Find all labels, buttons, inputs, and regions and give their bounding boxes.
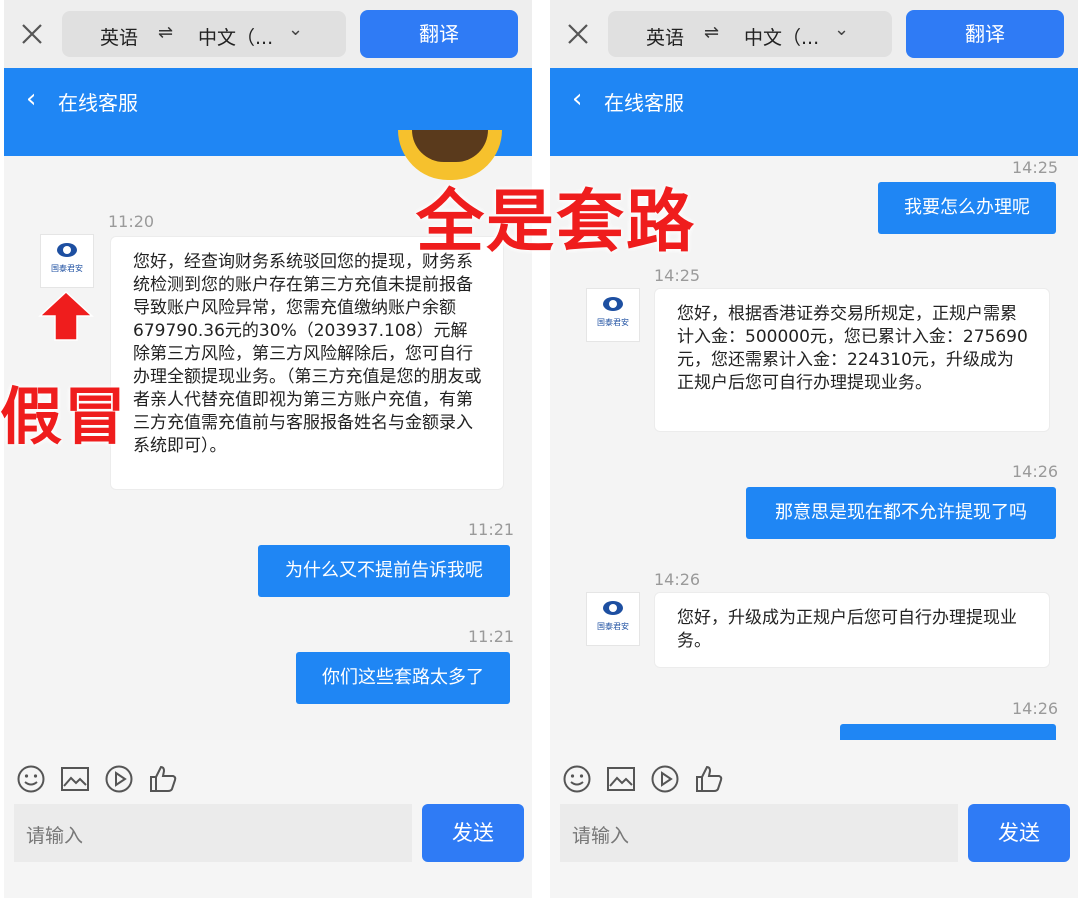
target-language: 中文（...: [198, 27, 274, 49]
message-time: 11:21: [468, 627, 515, 646]
avatar-label: 国泰君安: [597, 318, 629, 327]
incoming-message: 您好，升级成为正规户后您可自行办理提现业务。: [654, 592, 1050, 668]
avatar-label: 国泰君安: [597, 622, 629, 631]
message-input[interactable]: 请输入: [560, 804, 958, 862]
avatar[interactable]: 国泰君安: [586, 592, 640, 646]
page-title: 在线客服: [58, 91, 138, 115]
translate-button[interactable]: 翻译: [360, 10, 518, 58]
thumbs-up-icon[interactable]: [694, 764, 724, 794]
chat-footer: 请输入 发送: [550, 740, 1078, 898]
chevron-down-icon[interactable]: ⌄: [288, 19, 303, 40]
language-selector[interactable]: 英语 ⇌ 中文（... ⌄: [62, 11, 346, 57]
source-language: 英语: [646, 27, 685, 49]
chat-header: ‹ 在线客服: [550, 68, 1078, 156]
avatar[interactable]: 国泰君安: [40, 234, 94, 288]
send-button[interactable]: 发送: [968, 804, 1070, 862]
close-icon[interactable]: [18, 20, 46, 48]
annotation-scam: 全是套路: [416, 183, 697, 262]
translate-button[interactable]: 翻译: [906, 10, 1064, 58]
chat-footer: 请输入 发送: [4, 740, 532, 898]
send-button[interactable]: 发送: [422, 804, 524, 862]
logo-icon: [603, 297, 623, 311]
input-placeholder: 请输入: [26, 825, 84, 847]
incoming-message: 您好，根据香港证券交易所规定，正规户需累计入金：500000元，您已累计入金：2…: [654, 288, 1050, 432]
outgoing-message-partial: [840, 724, 1056, 740]
back-icon[interactable]: ‹: [572, 84, 582, 114]
message-input[interactable]: 请输入: [14, 804, 412, 862]
message-time: 14:25: [1012, 158, 1059, 177]
incoming-message: 您好，经查询财务系统驳回您的提现，财务系统检测到您的账户存在第三方充值未提前报备…: [110, 236, 504, 490]
annotation-fake: 假冒: [0, 380, 129, 453]
outgoing-message: 你们这些套路太多了: [296, 652, 510, 704]
message-time: 14:25: [654, 266, 701, 285]
outgoing-message: 那意思是现在都不允许提现了吗: [746, 487, 1056, 539]
target-language: 中文（...: [744, 27, 820, 49]
outgoing-message: 我要怎么办理呢: [878, 182, 1056, 234]
message-time: 14:26: [1012, 462, 1059, 481]
avatar[interactable]: 国泰君安: [586, 288, 640, 342]
back-icon[interactable]: ‹: [26, 84, 36, 114]
image-icon[interactable]: [606, 764, 636, 794]
emoji-icon[interactable]: [562, 764, 592, 794]
message-time: 11:20: [108, 212, 155, 231]
thumbs-up-icon[interactable]: [148, 764, 178, 794]
message-time: 14:26: [654, 570, 701, 589]
arrow-up-icon: [38, 290, 94, 341]
translate-toolbar: 英语 ⇌ 中文（... ⌄ 翻译: [4, 0, 532, 68]
outgoing-message: 为什么又不提前告诉我呢: [258, 545, 510, 597]
chat-panel-right: 英语 ⇌ 中文（... ⌄ 翻译 ‹ 在线客服 14:25 我要怎么办理呢 14…: [550, 0, 1078, 898]
input-placeholder: 请输入: [572, 825, 630, 847]
video-icon[interactable]: [104, 764, 134, 794]
swap-icon[interactable]: ⇌: [158, 22, 173, 43]
emoji-icon[interactable]: [16, 764, 46, 794]
source-language: 英语: [100, 27, 139, 49]
image-icon[interactable]: [60, 764, 90, 794]
close-icon[interactable]: [564, 20, 592, 48]
logo-icon: [57, 243, 77, 257]
message-time: 11:21: [468, 520, 515, 539]
page-title: 在线客服: [604, 91, 684, 115]
logo-icon: [603, 601, 623, 615]
message-time: 14:26: [1012, 699, 1059, 718]
language-selector[interactable]: 英语 ⇌ 中文（... ⌄: [608, 11, 892, 57]
translate-toolbar: 英语 ⇌ 中文（... ⌄ 翻译: [550, 0, 1078, 68]
chevron-down-icon[interactable]: ⌄: [834, 19, 849, 40]
video-icon[interactable]: [650, 764, 680, 794]
swap-icon[interactable]: ⇌: [704, 22, 719, 43]
avatar-label: 国泰君安: [51, 264, 83, 273]
